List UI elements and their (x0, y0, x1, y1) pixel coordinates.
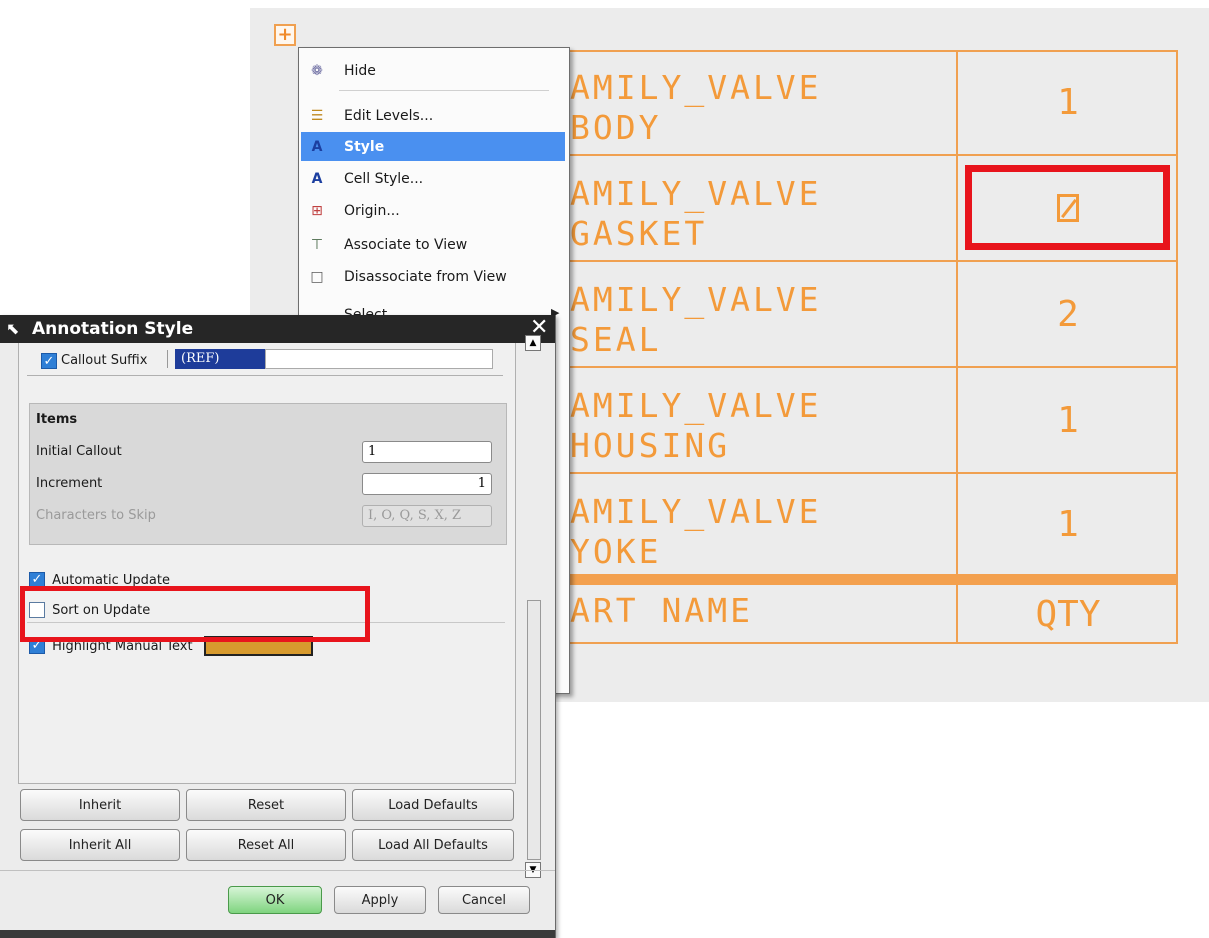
load-defaults-button[interactable]: Load Defaults (352, 789, 514, 821)
callout-suffix-input-area[interactable] (265, 349, 493, 369)
part-name-line2: BODY (570, 108, 662, 147)
qty-cell: 1 (1057, 399, 1079, 441)
part-name-line2: SEAL (570, 320, 662, 359)
part-name-cell: AMILY_VALVE BODY (548, 50, 958, 154)
part-name-line1: AMILY_VALVE (570, 174, 822, 213)
menu-item-cell-style[interactable]: A Cell Style... (301, 164, 565, 193)
edit-levels-icon: ☰ (310, 107, 324, 124)
table-row[interactable]: AMILY_VALVE HOUSING 1 (548, 368, 1178, 474)
origin-icon: ⊞ (311, 202, 323, 219)
menu-item-hide[interactable]: ❁ Hide (301, 56, 565, 85)
qty-cell: 1 (1057, 81, 1079, 123)
dialog-bottom-border (0, 930, 555, 938)
reset-all-button[interactable]: Reset All (186, 829, 346, 861)
callout-suffix-checkbox[interactable]: ✓ (41, 353, 57, 369)
menu-item-style[interactable]: A Style (301, 132, 565, 161)
dialog-content-panel: ✓ Callout Suffix (REF) Items Initial Cal… (18, 343, 516, 784)
part-name-cell: AMILY_VALVE HOUSING (548, 368, 958, 472)
disassociate-icon: □ (310, 268, 324, 285)
menu-item-associate-to-view[interactable]: ⊤ Associate to View (301, 230, 565, 259)
initial-callout-input[interactable]: 1 (362, 441, 492, 463)
cell-style-icon: A (311, 170, 323, 187)
reset-button[interactable]: Reset (186, 789, 346, 821)
dialog-app-icon: ⬉ (6, 319, 20, 338)
chars-to-skip-label: Characters to Skip (36, 508, 156, 523)
header-qty: QTY (1035, 594, 1101, 635)
inherit-button[interactable]: Inherit (20, 789, 180, 821)
part-name-line1: AMILY_VALVE (570, 280, 822, 319)
parts-list-table[interactable]: AMILY_VALVE BODY 1 AMILY_VALVE GASKET AM… (548, 50, 1178, 644)
manual-qty-highlight-box (965, 165, 1170, 250)
dialog-titlebar[interactable]: ⬉ Annotation Style ✕ (0, 315, 555, 343)
associate-icon: ⊤ (310, 236, 324, 253)
chars-to-skip-input: I, O, Q, S, X, Z (362, 505, 492, 527)
items-group-title: Items (36, 412, 78, 427)
scroll-up-icon[interactable]: ▲ (525, 335, 541, 351)
initial-callout-label: Initial Callout (36, 444, 122, 459)
table-header-row: ART NAME QTY (548, 585, 1178, 644)
increment-label: Increment (36, 476, 103, 491)
apply-button[interactable]: Apply (334, 886, 426, 914)
table-row[interactable]: AMILY_VALVE SEAL 2 (548, 262, 1178, 368)
menu-separator (339, 90, 549, 91)
callout-suffix-input[interactable]: (REF) (175, 349, 265, 369)
part-name-line1: AMILY_VALVE (570, 68, 822, 107)
qty-cell: 2 (1057, 293, 1079, 335)
table-row[interactable]: AMILY_VALVE BODY 1 (548, 50, 1178, 156)
table-row[interactable]: AMILY_VALVE YOKE 1 (548, 474, 1178, 574)
items-group: Items Initial Callout 1 Increment 1 Char… (29, 403, 507, 545)
menu-item-label: Disassociate from View (344, 268, 507, 285)
part-name-cell: AMILY_VALVE GASKET (548, 156, 958, 260)
qty-cell: 1 (1057, 503, 1079, 545)
callout-suffix-row: ✓ Callout Suffix (REF) (27, 347, 503, 376)
load-all-defaults-button[interactable]: Load All Defaults (352, 829, 514, 861)
dialog-title: Annotation Style (32, 319, 194, 339)
menu-item-label: Origin... (344, 202, 400, 219)
table-header-separator (548, 574, 1178, 585)
part-name-line1: AMILY_VALVE (570, 492, 822, 531)
menu-item-edit-levels[interactable]: ☰ Edit Levels... (301, 101, 565, 130)
scroll-thumb[interactable] (527, 600, 541, 860)
button-divider (0, 870, 555, 871)
menu-item-disassociate-from-view[interactable]: □ Disassociate from View (301, 262, 565, 291)
menu-item-label: Associate to View (344, 236, 468, 253)
callout-suffix-label: Callout Suffix (61, 353, 148, 368)
menu-item-origin[interactable]: ⊞ Origin... (301, 196, 565, 225)
part-name-line2: HOUSING (570, 426, 731, 465)
expand-icon[interactable]: + (274, 24, 296, 46)
menu-item-label: Hide (344, 62, 376, 79)
field-divider (167, 350, 172, 368)
part-name-cell: AMILY_VALVE SEAL (548, 262, 958, 366)
increment-input[interactable]: 1 (362, 473, 492, 495)
highlight-manual-text-callout-box (20, 586, 370, 642)
style-icon: A (311, 138, 323, 155)
menu-item-label: Style (344, 138, 385, 155)
header-part-name: ART NAME (548, 585, 958, 644)
part-name-line2: GASKET (570, 214, 708, 253)
part-name-cell: AMILY_VALVE YOKE (548, 474, 958, 574)
ok-button[interactable]: OK (228, 886, 322, 914)
menu-item-label: Edit Levels... (344, 107, 434, 124)
hide-icon: ❁ (311, 62, 323, 79)
dialog-scrollbar[interactable]: ▲ ▼ (525, 335, 541, 880)
part-name-line2: YOKE (570, 532, 662, 571)
menu-item-label: Cell Style... (344, 170, 424, 187)
cancel-button[interactable]: Cancel (438, 886, 530, 914)
inherit-all-button[interactable]: Inherit All (20, 829, 180, 861)
part-name-line1: AMILY_VALVE (570, 386, 822, 425)
